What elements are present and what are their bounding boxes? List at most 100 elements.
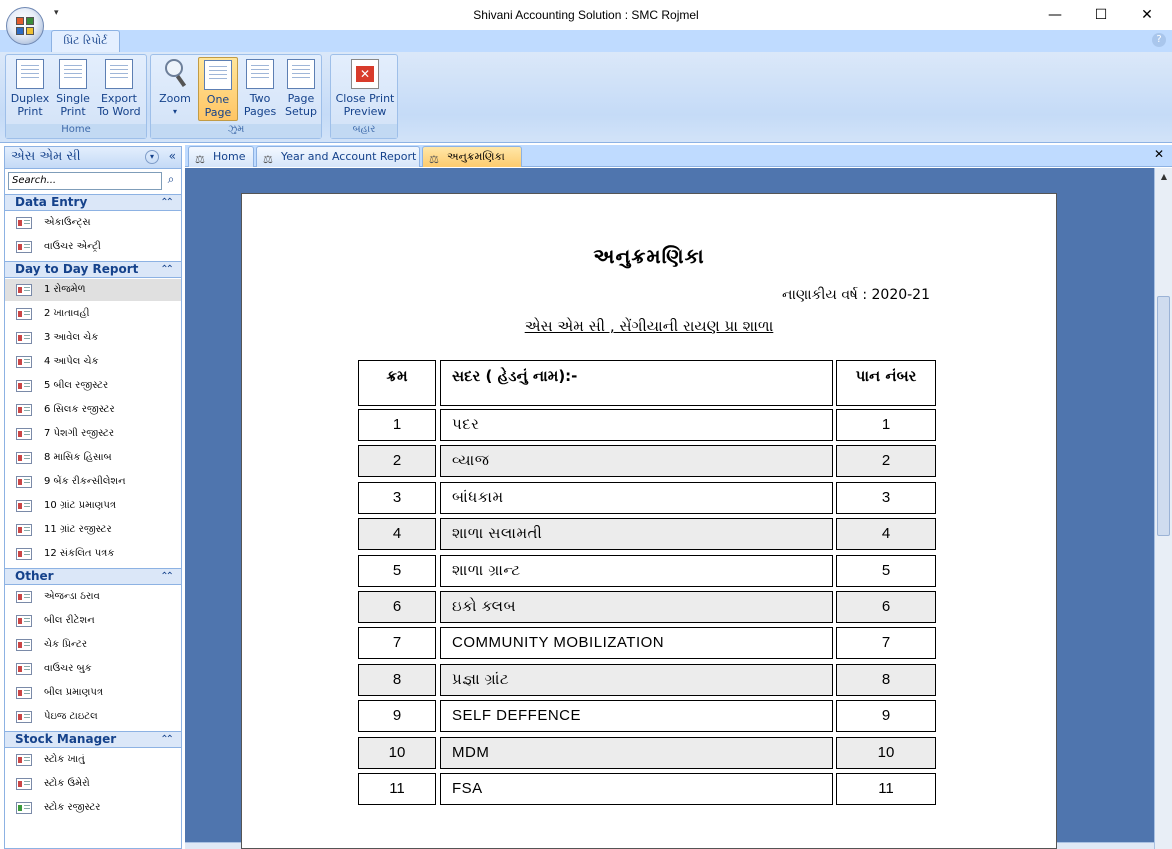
nav-section-header[interactable]: Other ⌃⌃: [5, 568, 181, 585]
nav-item-label: 1 રોજમેળ: [44, 284, 86, 295]
nav-pane-header[interactable]: એસ એમ સી ▾ «: [5, 147, 181, 169]
nav-item[interactable]: સ્ટોક ખાતું: [5, 749, 181, 771]
nav-pane-title: એસ એમ સી: [11, 149, 81, 164]
nav-item-label: સ્ટોક રજીસ્ટર: [44, 802, 101, 813]
table-header: પાન નંબર: [836, 360, 936, 406]
school-name: એસ એમ સી , સેંગીયાની રાયણ પ્રા શાળા: [524, 317, 774, 335]
form-icon: [16, 591, 32, 603]
nav-item-label: 6 સિલક રજીસ્ટર: [44, 404, 115, 415]
single-print-button[interactable]: Single Print: [53, 57, 93, 121]
table-cell: 8: [358, 663, 436, 696]
nav-item-label: સ્ટોક ઉમેરો: [44, 778, 90, 789]
nav-item[interactable]: એકાઉન્ટ્સ: [5, 212, 181, 234]
nav-collapse-icon[interactable]: «: [169, 149, 176, 163]
nav-item[interactable]: વાઉચર બુક: [5, 658, 181, 680]
table-cell: 1: [358, 409, 436, 441]
nav-item-label: એકાઉન્ટ્સ: [44, 217, 91, 228]
table-cell: 5: [358, 554, 436, 587]
maximize-button[interactable]: ☐: [1078, 0, 1124, 30]
scrollbar-thumb[interactable]: [1157, 296, 1170, 536]
nav-section-title: Stock Manager: [15, 732, 117, 746]
nav-item-label: સ્ટોક ખાતું: [44, 754, 85, 765]
page-setup-button[interactable]: Page Setup: [281, 57, 321, 121]
report-title: અનુક્રમણિકા: [593, 244, 705, 268]
close-print-preview-button[interactable]: ✕ Close Print Preview: [333, 57, 397, 121]
nav-item[interactable]: વાઉચર એન્ટ્રી: [5, 236, 181, 258]
nav-section-header[interactable]: Day to Day Report ⌃⌃: [5, 261, 181, 278]
nav-item-label: બીલ પ્રમાણપત્ર: [44, 687, 103, 698]
nav-section-header[interactable]: Data Entry ⌃⌃: [5, 194, 181, 211]
nav-item[interactable]: ચેક પ્રિન્ટર: [5, 634, 181, 656]
nav-item[interactable]: 11 ગ્રાંટ રજીસ્ટર: [5, 519, 181, 541]
one-page-button[interactable]: One Page: [198, 57, 238, 121]
office-button[interactable]: [6, 7, 44, 45]
table-cell: 4: [358, 518, 436, 551]
nav-item[interactable]: એજન્ડા ઠરાવ: [5, 586, 181, 608]
nav-item[interactable]: સ્ટોક રજીસ્ટર: [5, 797, 181, 819]
nav-item[interactable]: 3 આવેલ ચેક: [5, 327, 181, 349]
nav-search-input[interactable]: Search...: [8, 172, 162, 190]
nav-item[interactable]: 12 સંકલિત પત્રક: [5, 543, 181, 565]
table-cell: 1: [836, 409, 936, 441]
help-icon[interactable]: ?: [1152, 33, 1166, 47]
nav-item[interactable]: 8 માસિક હિસાબ: [5, 447, 181, 469]
vertical-scrollbar[interactable]: ▲: [1154, 168, 1172, 849]
word-export-icon: [105, 59, 133, 89]
report-icon: ⚖: [429, 153, 439, 166]
nav-item[interactable]: બીલ રીટેશન: [5, 610, 181, 632]
nav-item[interactable]: 6 સિલક રજીસ્ટર: [5, 399, 181, 421]
ribbon: Duplex Print Single Print Export To Word Ho…: [0, 52, 1172, 143]
nav-section-header[interactable]: Stock Manager ⌃⌃: [5, 731, 181, 748]
nav-item[interactable]: 7 પેશગી રજીસ્ટર: [5, 423, 181, 445]
tab-home[interactable]: ⚖ Home: [188, 146, 254, 167]
table-cell: 11: [836, 773, 936, 805]
title-bar: ▾ Shivani Accounting Solution : SMC Rojm…: [0, 0, 1172, 30]
nav-item[interactable]: સ્ટોક ઉમેરો: [5, 773, 181, 795]
financial-year: નાણાકીય વર્ષ : 2020-21: [782, 287, 930, 303]
nav-item[interactable]: 10 ગ્રાંટ પ્રમાણપત્ર: [5, 495, 181, 517]
nav-item[interactable]: 1 રોજમેળ: [5, 279, 181, 301]
nav-item[interactable]: 5 બીલ રજીસ્ટર: [5, 375, 181, 397]
two-pages-button[interactable]: Two Pages: [240, 57, 280, 121]
nav-dropdown-icon[interactable]: ▾: [145, 150, 159, 164]
close-document-icon[interactable]: ✕: [1154, 147, 1164, 161]
close-button[interactable]: ✕: [1124, 0, 1170, 30]
group-label-zoom: ઝુમ: [151, 124, 321, 138]
minimize-button[interactable]: —: [1032, 0, 1078, 30]
collapse-section-icon[interactable]: ⌃⌃: [160, 732, 174, 747]
search-icon[interactable]: ⌕: [163, 172, 179, 190]
single-print-icon: [59, 59, 87, 89]
collapse-section-icon[interactable]: ⌃⌃: [160, 569, 174, 584]
duplex-print-button[interactable]: Duplex Print: [8, 57, 52, 121]
nav-item-label: પેઇજ ટાઇટલ: [44, 711, 98, 722]
nav-item[interactable]: બીલ પ્રમાણપત્ર: [5, 682, 181, 704]
table-cell: 3: [836, 481, 936, 514]
form-icon: [16, 404, 32, 416]
collapse-section-icon[interactable]: ⌃⌃: [160, 195, 174, 210]
nav-item[interactable]: 4 આપેલ ચેક: [5, 351, 181, 373]
zoom-button[interactable]: Zoom ▾: [154, 57, 196, 121]
nav-section-title: Other: [15, 569, 54, 583]
nav-item[interactable]: પેઇજ ટાઇટલ: [5, 706, 181, 728]
tab-print-report[interactable]: પ્રિંટ રિપોર્ટ: [51, 30, 120, 53]
table-cell: 7: [358, 627, 436, 660]
collapse-section-icon[interactable]: ⌃⌃: [160, 262, 174, 277]
page-setup-icon: [287, 59, 315, 89]
form-icon: [16, 711, 32, 723]
nav-item[interactable]: 2 ખાતાવહી: [5, 303, 181, 325]
office-logo-icon: [16, 17, 35, 36]
nav-item-label: ચેક પ્રિન્ટર: [44, 639, 87, 650]
nav-item-label: 9 બેંક રીકન્સીલેશન: [44, 476, 126, 487]
table-header: ક્રમ: [358, 360, 436, 406]
scroll-up-icon[interactable]: ▲: [1155, 172, 1172, 181]
tab-year-account-report[interactable]: ⚖ Year and Account Report: [256, 146, 420, 167]
ribbon-group-exit: ✕ Close Print Preview બહાર: [330, 54, 398, 139]
ribbon-group-zoom: Zoom ▾ One Page Two Pages Page Setup ઝુમ: [150, 54, 322, 139]
export-to-word-button[interactable]: Export To Word: [94, 57, 144, 121]
table-cell: 8: [836, 663, 936, 696]
tab-index[interactable]: ⚖ અનુક્રમણિકા: [422, 146, 522, 167]
nav-item[interactable]: 9 બેંક રીકન્સીલેશન: [5, 471, 181, 493]
ribbon-group-home: Duplex Print Single Print Export To Word Ho…: [5, 54, 147, 139]
nav-item-label: એજન્ડા ઠરાવ: [44, 591, 100, 602]
form-icon: [16, 428, 32, 440]
